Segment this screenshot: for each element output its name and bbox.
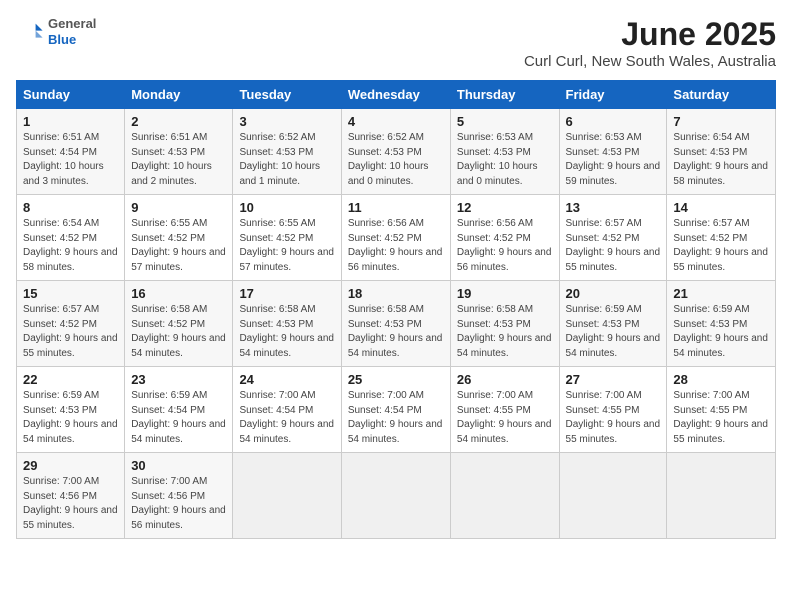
day-23: 23 Sunrise: 6:59 AMSunset: 4:54 PMDaylig…	[125, 367, 233, 453]
calendar-week-1: 1 Sunrise: 6:51 AMSunset: 4:54 PMDayligh…	[17, 109, 776, 195]
header-sunday: Sunday	[17, 81, 125, 109]
empty-cell-5	[667, 453, 776, 539]
day-22: 22 Sunrise: 6:59 AMSunset: 4:53 PMDaylig…	[17, 367, 125, 453]
day-30: 30 Sunrise: 7:00 AMSunset: 4:56 PMDaylig…	[125, 453, 233, 539]
day-19: 19 Sunrise: 6:58 AMSunset: 4:53 PMDaylig…	[450, 281, 559, 367]
empty-cell-4	[559, 453, 667, 539]
day-1: 1 Sunrise: 6:51 AMSunset: 4:54 PMDayligh…	[17, 109, 125, 195]
page-header: General Blue June 2025 Curl Curl, New So…	[16, 16, 776, 70]
day-29: 29 Sunrise: 7:00 AMSunset: 4:56 PMDaylig…	[17, 453, 125, 539]
day-9: 9 Sunrise: 6:55 AMSunset: 4:52 PMDayligh…	[125, 195, 233, 281]
calendar-week-4: 22 Sunrise: 6:59 AMSunset: 4:53 PMDaylig…	[17, 367, 776, 453]
day-5: 5 Sunrise: 6:53 AMSunset: 4:53 PMDayligh…	[450, 109, 559, 195]
logo-icon	[16, 18, 44, 46]
logo-blue: Blue	[48, 32, 96, 48]
calendar-subtitle: Curl Curl, New South Wales, Australia	[524, 53, 776, 70]
day-25: 25 Sunrise: 7:00 AMSunset: 4:54 PMDaylig…	[341, 367, 450, 453]
calendar-title: June 2025	[524, 16, 776, 53]
empty-cell-3	[450, 453, 559, 539]
logo: General Blue	[16, 16, 96, 47]
calendar-table: Sunday Monday Tuesday Wednesday Thursday…	[16, 80, 776, 539]
title-block: June 2025 Curl Curl, New South Wales, Au…	[524, 16, 776, 70]
day-16: 16 Sunrise: 6:58 AMSunset: 4:52 PMDaylig…	[125, 281, 233, 367]
header-thursday: Thursday	[450, 81, 559, 109]
day-21: 21 Sunrise: 6:59 AMSunset: 4:53 PMDaylig…	[667, 281, 776, 367]
calendar-week-5: 29 Sunrise: 7:00 AMSunset: 4:56 PMDaylig…	[17, 453, 776, 539]
day-15: 15 Sunrise: 6:57 AMSunset: 4:52 PMDaylig…	[17, 281, 125, 367]
day-27: 27 Sunrise: 7:00 AMSunset: 4:55 PMDaylig…	[559, 367, 667, 453]
header-saturday: Saturday	[667, 81, 776, 109]
day-7: 7 Sunrise: 6:54 AMSunset: 4:53 PMDayligh…	[667, 109, 776, 195]
logo-general: General	[48, 16, 96, 32]
day-6: 6 Sunrise: 6:53 AMSunset: 4:53 PMDayligh…	[559, 109, 667, 195]
calendar-week-3: 15 Sunrise: 6:57 AMSunset: 4:52 PMDaylig…	[17, 281, 776, 367]
day-20: 20 Sunrise: 6:59 AMSunset: 4:53 PMDaylig…	[559, 281, 667, 367]
header-tuesday: Tuesday	[233, 81, 341, 109]
day-13: 13 Sunrise: 6:57 AMSunset: 4:52 PMDaylig…	[559, 195, 667, 281]
logo-text: General Blue	[48, 16, 96, 47]
day-17: 17 Sunrise: 6:58 AMSunset: 4:53 PMDaylig…	[233, 281, 341, 367]
day-14: 14 Sunrise: 6:57 AMSunset: 4:52 PMDaylig…	[667, 195, 776, 281]
header-wednesday: Wednesday	[341, 81, 450, 109]
day-12: 12 Sunrise: 6:56 AMSunset: 4:52 PMDaylig…	[450, 195, 559, 281]
header-friday: Friday	[559, 81, 667, 109]
day-4: 4 Sunrise: 6:52 AMSunset: 4:53 PMDayligh…	[341, 109, 450, 195]
day-11: 11 Sunrise: 6:56 AMSunset: 4:52 PMDaylig…	[341, 195, 450, 281]
calendar-header: Sunday Monday Tuesday Wednesday Thursday…	[17, 81, 776, 109]
day-24: 24 Sunrise: 7:00 AMSunset: 4:54 PMDaylig…	[233, 367, 341, 453]
day-10: 10 Sunrise: 6:55 AMSunset: 4:52 PMDaylig…	[233, 195, 341, 281]
empty-cell-2	[341, 453, 450, 539]
calendar-body: 1 Sunrise: 6:51 AMSunset: 4:54 PMDayligh…	[17, 109, 776, 539]
day-18: 18 Sunrise: 6:58 AMSunset: 4:53 PMDaylig…	[341, 281, 450, 367]
day-28: 28 Sunrise: 7:00 AMSunset: 4:55 PMDaylig…	[667, 367, 776, 453]
empty-cell-1	[233, 453, 341, 539]
day-8: 8 Sunrise: 6:54 AMSunset: 4:52 PMDayligh…	[17, 195, 125, 281]
day-2: 2 Sunrise: 6:51 AMSunset: 4:53 PMDayligh…	[125, 109, 233, 195]
calendar-week-2: 8 Sunrise: 6:54 AMSunset: 4:52 PMDayligh…	[17, 195, 776, 281]
day-3: 3 Sunrise: 6:52 AMSunset: 4:53 PMDayligh…	[233, 109, 341, 195]
day-26: 26 Sunrise: 7:00 AMSunset: 4:55 PMDaylig…	[450, 367, 559, 453]
weekday-header-row: Sunday Monday Tuesday Wednesday Thursday…	[17, 81, 776, 109]
header-monday: Monday	[125, 81, 233, 109]
